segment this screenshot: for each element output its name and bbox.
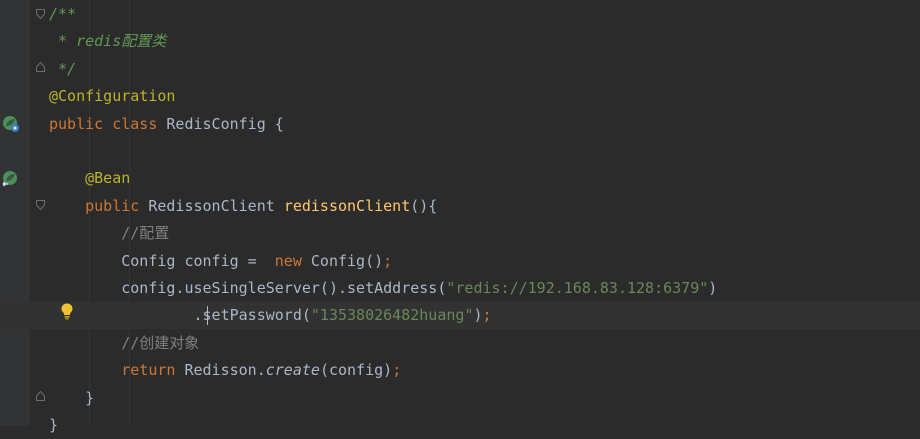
code-text: public class RedisConfig {: [49, 111, 284, 138]
code-line[interactable]: }: [0, 385, 920, 412]
code-token: /**: [49, 5, 77, 23]
fold-collapse-icon[interactable]: [36, 200, 45, 210]
spring-bean-icon[interactable]: [2, 115, 20, 133]
code-token: ;: [392, 361, 402, 380]
code-text: .setPassword("13538026482huang");: [49, 302, 492, 329]
code-text: /**: [49, 1, 76, 28]
code-text: //配置: [49, 220, 169, 247]
code-token: */: [49, 59, 77, 78]
code-token: @Configuration: [49, 87, 176, 106]
code-line[interactable]: [0, 138, 920, 165]
code-token: Config config =: [49, 251, 275, 270]
code-token: (config): [319, 361, 393, 380]
code-line[interactable]: config.useSingleServer().setAddress("red…: [0, 275, 920, 302]
code-token: }: [49, 388, 95, 407]
code-text: config.useSingleServer().setAddress("red…: [49, 275, 717, 302]
code-text: public RedissonClient redissonClient(){: [49, 193, 437, 220]
code-token: //创建对象: [121, 333, 200, 352]
code-line[interactable]: @Bean: [0, 165, 920, 192]
code-text: @Bean: [49, 165, 130, 192]
code-line[interactable]: Config config = new Config();: [0, 248, 920, 275]
code-token: ;: [383, 251, 393, 270]
code-text: @Configuration: [49, 83, 175, 110]
code-token: "13538026482huang": [310, 306, 474, 325]
code-token: return: [121, 361, 185, 380]
code-line[interactable]: .setPassword("13538026482huang");: [0, 302, 920, 330]
code-line[interactable]: */: [0, 56, 920, 83]
code-line[interactable]: public RedissonClient redissonClient(){: [0, 193, 920, 220]
code-token: (){: [410, 196, 438, 215]
code-line[interactable]: /**: [0, 1, 920, 28]
fold-expand-icon[interactable]: [36, 62, 45, 72]
code-token: * redis配置类: [49, 32, 167, 51]
lightbulb-icon[interactable]: [58, 302, 76, 320]
spring-bean-method-icon[interactable]: [1, 170, 19, 188]
code-token: public: [85, 196, 149, 215]
code-token: public class: [49, 114, 167, 133]
code-token: Redisson.: [184, 361, 266, 380]
code-text: }: [49, 385, 94, 412]
code-text: //创建对象: [49, 330, 199, 357]
code-line[interactable]: public class RedisConfig {: [0, 111, 920, 138]
code-token: ;: [482, 306, 492, 325]
code-text: */: [49, 56, 76, 83]
code-text: * redis配置类: [49, 28, 166, 55]
code-token: RedissonClient: [148, 196, 284, 215]
code-token: config.useSingleServer().setAddress(: [49, 279, 447, 297]
code-line[interactable]: //配置: [0, 220, 920, 247]
code-token: RedisConfig {: [166, 114, 284, 133]
code-token: new: [274, 251, 311, 270]
fold-expand-icon[interactable]: [36, 391, 45, 401]
code-token: @Bean: [85, 169, 131, 188]
code-token: }: [49, 416, 59, 434]
text-caret: [207, 306, 208, 326]
code-token: "redis://192.168.83.128:6379": [446, 279, 709, 297]
code-line[interactable]: @Configuration: [0, 83, 920, 110]
code-editor[interactable]: /** * redis配置类 */ @Configuration public cl…: [0, 0, 920, 434]
code-token: redissonClient: [283, 196, 411, 215]
fold-collapse-icon[interactable]: [36, 9, 45, 19]
code-token: ): [708, 279, 718, 297]
code-line[interactable]: * redis配置类: [0, 28, 920, 55]
code-token: .setPassword(: [193, 306, 311, 325]
code-line[interactable]: return Redisson.create(config);: [0, 357, 920, 384]
code-text: Config config = new Config();: [49, 248, 392, 275]
code-token: Config(): [310, 251, 384, 270]
code-text: return Redisson.create(config);: [49, 357, 401, 384]
code-token: ): [473, 306, 483, 325]
code-line[interactable]: //创建对象: [0, 330, 920, 357]
code-token: create: [265, 361, 320, 380]
code-token: //配置: [121, 224, 170, 243]
